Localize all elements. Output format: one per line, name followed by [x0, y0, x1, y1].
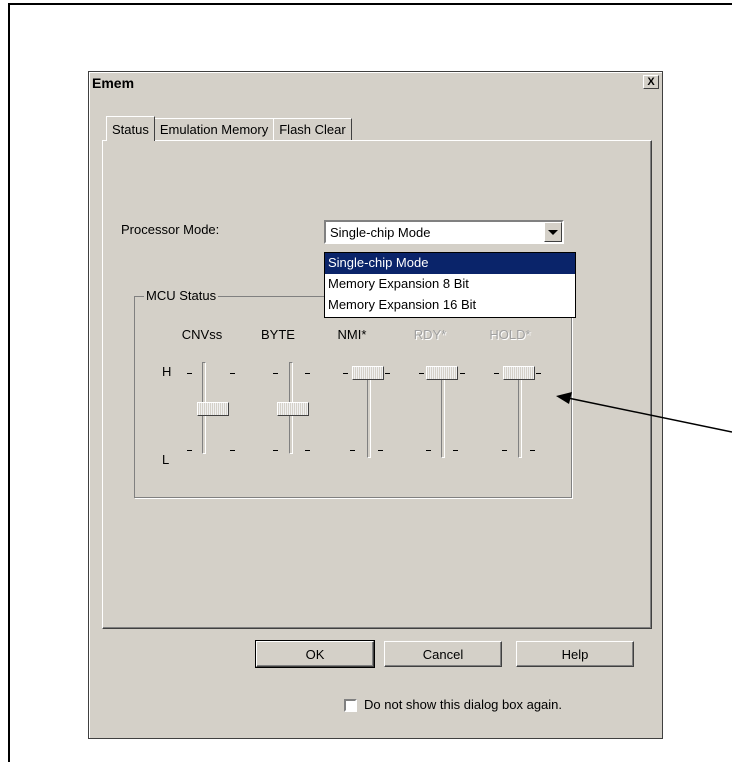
pointer-arrow: [556, 392, 732, 433]
tab-status[interactable]: Status: [106, 116, 155, 141]
processor-mode-options: Single-chip Mode Memory Expansion 8 Bit …: [324, 252, 576, 318]
option-memory-expansion-16-bit[interactable]: Memory Expansion 16 Bit: [325, 295, 575, 316]
option-memory-expansion-8-bit[interactable]: Memory Expansion 8 Bit: [325, 274, 575, 295]
tab-status-label: Status: [112, 121, 149, 137]
arrowhead-icon: [556, 392, 572, 404]
option-single-chip-mode[interactable]: Single-chip Mode: [325, 253, 575, 274]
pointer-line: [567, 397, 732, 433]
